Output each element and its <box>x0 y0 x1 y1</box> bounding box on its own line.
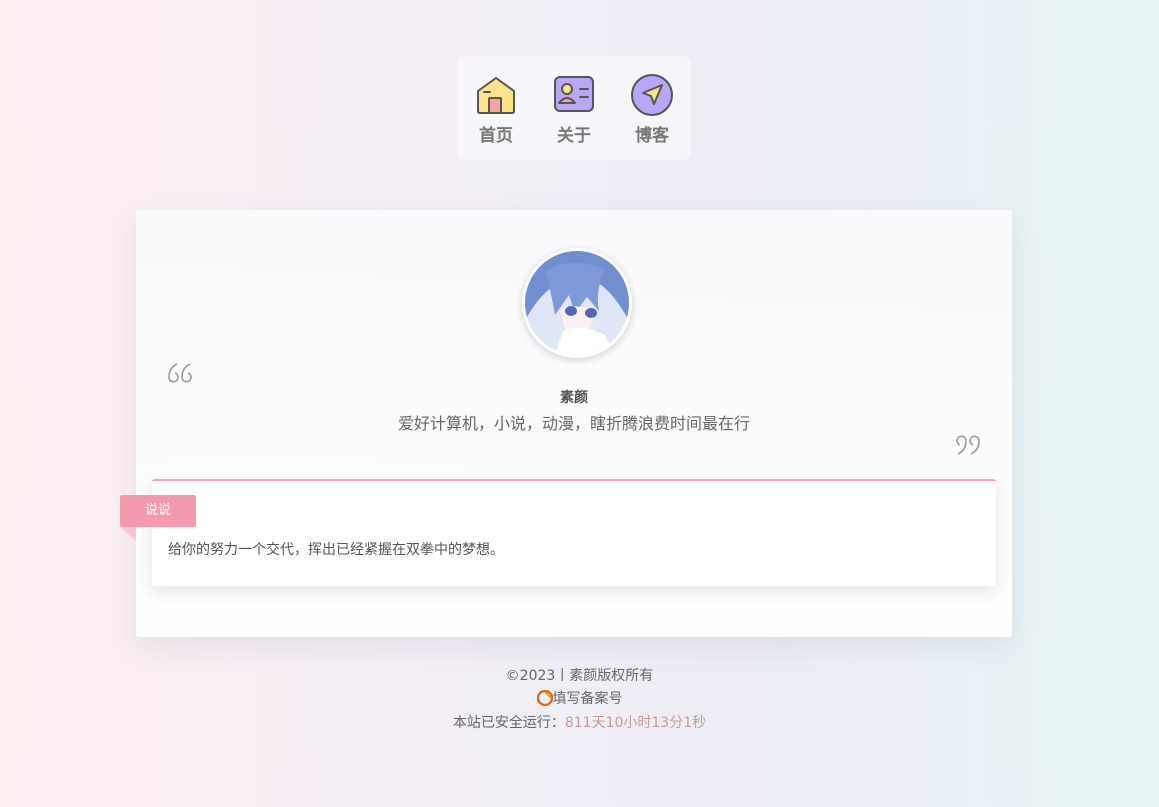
nav-label-about: 关于 <box>557 126 591 146</box>
quote-close-icon <box>956 435 980 455</box>
footer-beian[interactable]: 填写备案号 <box>0 688 1159 708</box>
beian-link[interactable]: 填写备案号 <box>553 691 623 707</box>
footer-copyright: ©2023丨素颜版权所有 <box>505 668 654 684</box>
id-card-icon <box>554 76 594 112</box>
nav-label-home: 首页 <box>479 126 513 146</box>
talk-tag: 说说 <box>120 495 196 527</box>
uptime-value: 811天10小时13分1秒 <box>564 715 707 731</box>
avatar-image <box>525 251 629 355</box>
avatar[interactable] <box>522 248 632 358</box>
talk-box: 说说 给你的努力一个交代，挥出已经紧握在双拳中的梦想。 <box>120 479 996 586</box>
quote-open-icon <box>168 363 192 383</box>
beian-icon <box>536 690 553 706</box>
profile-motto: 爱好计算机，小说，动漫，瞎折腾浪费时间最在行 <box>397 414 750 433</box>
profile-name: 素颜 <box>560 390 588 406</box>
top-nav: 首页 关于 博客 <box>457 56 691 160</box>
home-icon <box>477 77 515 114</box>
talk-text: 给你的努力一个交代，挥出已经紧握在双拳中的梦想。 <box>168 542 504 558</box>
navigation-icon <box>631 74 673 116</box>
footer-uptime: 本站已安全运行：811天10小时13分1秒 <box>0 712 1159 732</box>
nav-item-about[interactable]: 关于 <box>544 73 604 146</box>
profile-card: 素颜 爱好计算机，小说，动漫，瞎折腾浪费时间最在行 说说 给你的努力一个交代，挥… <box>120 210 1012 637</box>
nav-item-blog[interactable]: 博客 <box>622 73 682 146</box>
nav-label-blog: 博客 <box>635 126 669 146</box>
uptime-label: 本站已安全运行： <box>452 715 565 731</box>
nav-item-home[interactable]: 首页 <box>466 73 526 146</box>
talk-tag-fold <box>120 527 136 541</box>
